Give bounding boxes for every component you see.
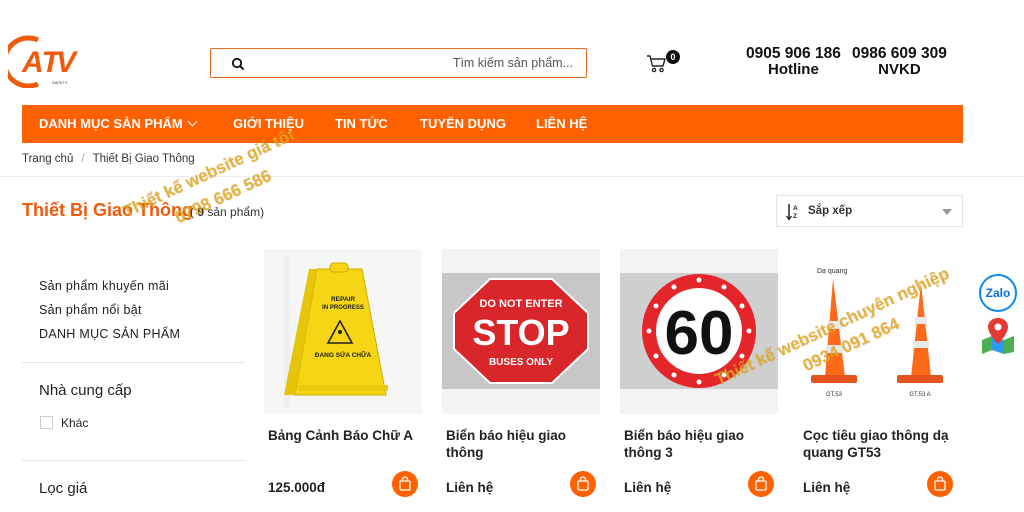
product-image[interactable]: DO NOT ENTER STOP BUSES ONLY <box>442 249 600 414</box>
product-image-text: DO NOT ENTER <box>479 298 562 310</box>
hotline-number: 0905 906 186 <box>746 45 841 62</box>
caret-down-icon <box>942 209 952 215</box>
supplier-checkbox-other[interactable] <box>40 416 53 429</box>
zalo-chat-button[interactable]: Zalo <box>979 274 1017 312</box>
sidebar-link-featured[interactable]: Sản phẩm nổi bật <box>39 303 142 317</box>
page-title: Thiết Bị Giao Thông <box>22 200 193 220</box>
product-image-text: ĐANG SỬA CHỮA <box>315 350 372 359</box>
sidebar-link-promotions[interactable]: Sản phẩm khuyến mãi <box>39 279 169 293</box>
nav-careers[interactable]: TUYỂN DỤNG <box>420 105 506 143</box>
svg-text:SAFETY: SAFETY <box>52 80 68 85</box>
breadcrumb-separator: / <box>81 153 85 165</box>
cart-count-badge: 0 <box>666 50 680 64</box>
nav-news[interactable]: TIN TỨC <box>335 105 388 143</box>
nav-product-categories[interactable]: DANH MỤC SẢN PHẨM <box>39 105 198 143</box>
product-image-text: 60 <box>665 299 734 368</box>
shopping-bag-icon <box>577 476 589 491</box>
sort-dropdown[interactable]: A Z Sắp xếp <box>776 195 963 227</box>
shopping-bag-icon <box>755 476 767 491</box>
shopping-bag-icon <box>399 476 411 491</box>
hotline-label: Hotline <box>767 61 819 78</box>
product-card[interactable]: Dạ quang GT.53 GT.53 A Cọc tiêu giao thô… <box>799 249 957 512</box>
cart-button[interactable]: 0 <box>646 50 682 78</box>
nav-about[interactable]: GIỚI THIỆU <box>233 105 304 143</box>
add-to-cart-button[interactable] <box>392 471 418 497</box>
product-name[interactable]: Biển báo hiệu giao thông <box>446 427 596 461</box>
product-image-text: GT.53 A <box>909 392 930 398</box>
product-image-text: GT.53 <box>826 392 843 398</box>
brand-logo[interactable]: AT V SAFETY <box>1 32 84 89</box>
product-count: ( 9 sản phẩm) <box>190 205 264 219</box>
sidebar-divider <box>22 362 245 363</box>
site-header: AT V SAFETY 0 0905 906 186 Hotline 0986 … <box>0 0 1024 104</box>
map-pin-icon <box>982 318 1014 354</box>
product-image-text: Dạ quang <box>817 268 847 275</box>
product-image-text: REPAIR <box>331 296 355 303</box>
sidebar-divider <box>22 460 245 461</box>
product-card[interactable]: 60 Biển báo hiệu giao thông 3 Liên hệ <box>620 249 778 512</box>
product-price: Liên hệ <box>803 480 851 495</box>
breadcrumb-home[interactable]: Trang chủ <box>22 153 73 165</box>
breadcrumb-current: Thiết Bị Giao Thông <box>92 153 195 165</box>
add-to-cart-button[interactable] <box>748 471 774 497</box>
chevron-down-icon <box>187 116 198 127</box>
product-name[interactable]: Cọc tiêu giao thông dạ quang GT53 <box>803 427 953 461</box>
price-filter-heading: Lọc giá <box>39 480 88 497</box>
svg-text:Z: Z <box>793 213 797 220</box>
sort-az-icon: A Z <box>785 203 800 221</box>
product-price: 125.000đ <box>268 480 326 495</box>
nav-news-label: TIN TỨC <box>335 116 388 131</box>
product-name[interactable]: Biển báo hiệu giao thông 3 <box>624 427 774 461</box>
product-price: Liên hệ <box>446 480 494 495</box>
hotline-contact[interactable]: 0905 906 186 Hotline <box>746 46 841 78</box>
svg-text:V: V <box>56 46 79 79</box>
product-image-text: BUSES ONLY <box>489 357 553 368</box>
product-image[interactable]: Dạ quang GT.53 GT.53 A <box>799 249 957 414</box>
nav-careers-label: TUYỂN DỤNG <box>420 116 506 131</box>
map-location-button[interactable] <box>980 316 1016 354</box>
product-card[interactable]: REPAIR IN PROGRESS ĐANG SỬA CHỮA Bảng Cả… <box>264 249 422 512</box>
product-count-close: sản phẩm) <box>204 205 265 219</box>
cart-icon <box>646 55 668 78</box>
nav-contact-label: LIÊN HỆ <box>536 116 588 131</box>
svg-text:A: A <box>793 205 798 212</box>
nav-about-label: GIỚI THIỆU <box>233 116 305 131</box>
sales-contact[interactable]: 0986 609 309 NVKD <box>852 46 947 78</box>
supplier-option-label[interactable]: Khác <box>61 416 88 430</box>
product-price: Liên hệ <box>624 480 672 495</box>
product-name[interactable]: Bảng Cảnh Báo Chữ A <box>268 427 418 444</box>
sales-label: NVKD <box>878 61 921 78</box>
add-to-cart-button[interactable] <box>927 471 953 497</box>
supplier-heading: Nhà cung cấp <box>39 382 132 399</box>
add-to-cart-button[interactable] <box>570 471 596 497</box>
nav-contact[interactable]: LIÊN HỆ <box>536 105 587 143</box>
nav-product-categories-label: DANH MỤC SẢN PHẨM <box>39 116 183 131</box>
breadcrumb: Trang chủ / Thiết Bị Giao Thông <box>22 153 195 165</box>
search-icon[interactable] <box>231 57 245 71</box>
search-box <box>210 48 587 78</box>
product-image-text: STOP <box>472 312 569 353</box>
zalo-label: Zalo <box>985 286 1011 300</box>
sidebar-link-categories[interactable]: DANH MỤC SẢN PHẨM <box>39 327 180 341</box>
search-input[interactable] <box>255 50 573 76</box>
main-nav: DANH MỤC SẢN PHẨM GIỚI THIỆU TIN TỨC TUY… <box>22 105 963 143</box>
product-image[interactable]: REPAIR IN PROGRESS ĐANG SỬA CHỮA <box>264 249 422 414</box>
sales-number: 0986 609 309 <box>852 45 947 62</box>
shopping-bag-icon <box>934 476 946 491</box>
breadcrumb-divider <box>0 176 1024 177</box>
sort-label: Sắp xếp <box>808 205 853 217</box>
product-image-text: IN PROGRESS <box>322 305 364 311</box>
product-image[interactable]: 60 <box>620 249 778 414</box>
product-card[interactable]: DO NOT ENTER STOP BUSES ONLY Biển báo hi… <box>442 249 600 512</box>
